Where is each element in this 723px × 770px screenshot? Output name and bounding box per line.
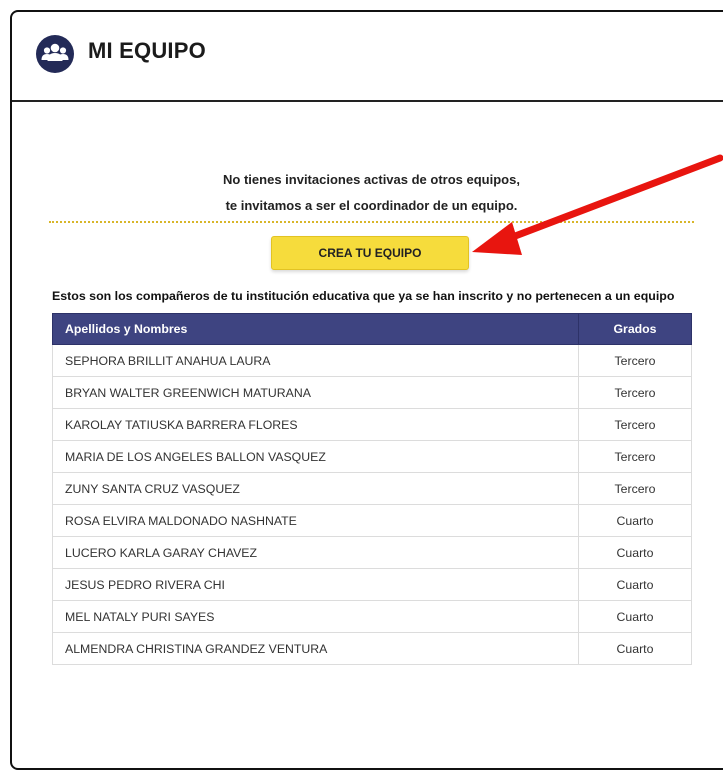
column-header-grade: Grados [578,313,692,345]
create-team-button[interactable]: CREA TU EQUIPO [271,236,469,270]
student-name: SEPHORA BRILLIT ANAHUA LAURA [52,344,579,377]
dotted-divider [49,221,694,223]
table-row: ROSA ELVIRA MALDONADO NASHNATE Cuarto [52,504,692,537]
student-grade: Cuarto [578,568,692,601]
student-grade: Cuarto [578,536,692,569]
table-row: BRYAN WALTER GREENWICH MATURANA Tercero [52,376,692,409]
table-row: ZUNY SANTA CRUZ VASQUEZ Tercero [52,472,692,505]
table-row: KAROLAY TATIUSKA BARRERA FLORES Tercero [52,408,692,441]
student-grade: Cuarto [578,632,692,665]
student-name: ZUNY SANTA CRUZ VASQUEZ [52,472,579,505]
table-header-row: Apellidos y Nombres Grados [52,313,692,345]
table-row: MEL NATALY PURI SAYES Cuarto [52,600,692,633]
student-grade: Tercero [578,440,692,473]
classmates-table: Apellidos y Nombres Grados SEPHORA BRILL… [52,313,692,665]
team-icon [36,35,74,73]
table-row: JESUS PEDRO RIVERA CHI Cuarto [52,568,692,601]
student-name: ROSA ELVIRA MALDONADO NASHNATE [52,504,579,537]
column-header-name: Apellidos y Nombres [52,313,579,345]
student-name: KAROLAY TATIUSKA BARRERA FLORES [52,408,579,441]
table-caption: Estos son los compañeros de tu instituci… [52,289,675,303]
panel-header: MI EQUIPO [12,12,723,102]
table-row: LUCERO KARLA GARAY CHAVEZ Cuarto [52,536,692,569]
student-name: LUCERO KARLA GARAY CHAVEZ [52,536,579,569]
panel-frame: MI EQUIPO No tienes invitaciones activas… [10,10,723,770]
student-grade: Tercero [578,376,692,409]
student-name: BRYAN WALTER GREENWICH MATURANA [52,376,579,409]
student-grade: Tercero [578,408,692,441]
table-row: ALMENDRA CHRISTINA GRANDEZ VENTURA Cuarto [52,632,692,665]
student-name: JESUS PEDRO RIVERA CHI [52,568,579,601]
table-row: MARIA DE LOS ANGELES BALLON VASQUEZ Terce… [52,440,692,473]
page-title: MI EQUIPO [88,38,206,63]
student-name: ALMENDRA CHRISTINA GRANDEZ VENTURA [52,632,579,665]
student-grade: Cuarto [578,504,692,537]
table-row: SEPHORA BRILLIT ANAHUA LAURA Tercero [52,344,692,377]
student-grade: Tercero [578,344,692,377]
student-name: MARIA DE LOS ANGELES BALLON VASQUEZ [52,440,579,473]
invitation-text-line2: te invitamos a ser el coordinador de un … [225,198,518,213]
invitation-text-line1: No tienes invitaciones activas de otros … [223,172,520,187]
student-grade: Tercero [578,472,692,505]
student-grade: Cuarto [578,600,692,633]
student-name: MEL NATALY PURI SAYES [52,600,579,633]
